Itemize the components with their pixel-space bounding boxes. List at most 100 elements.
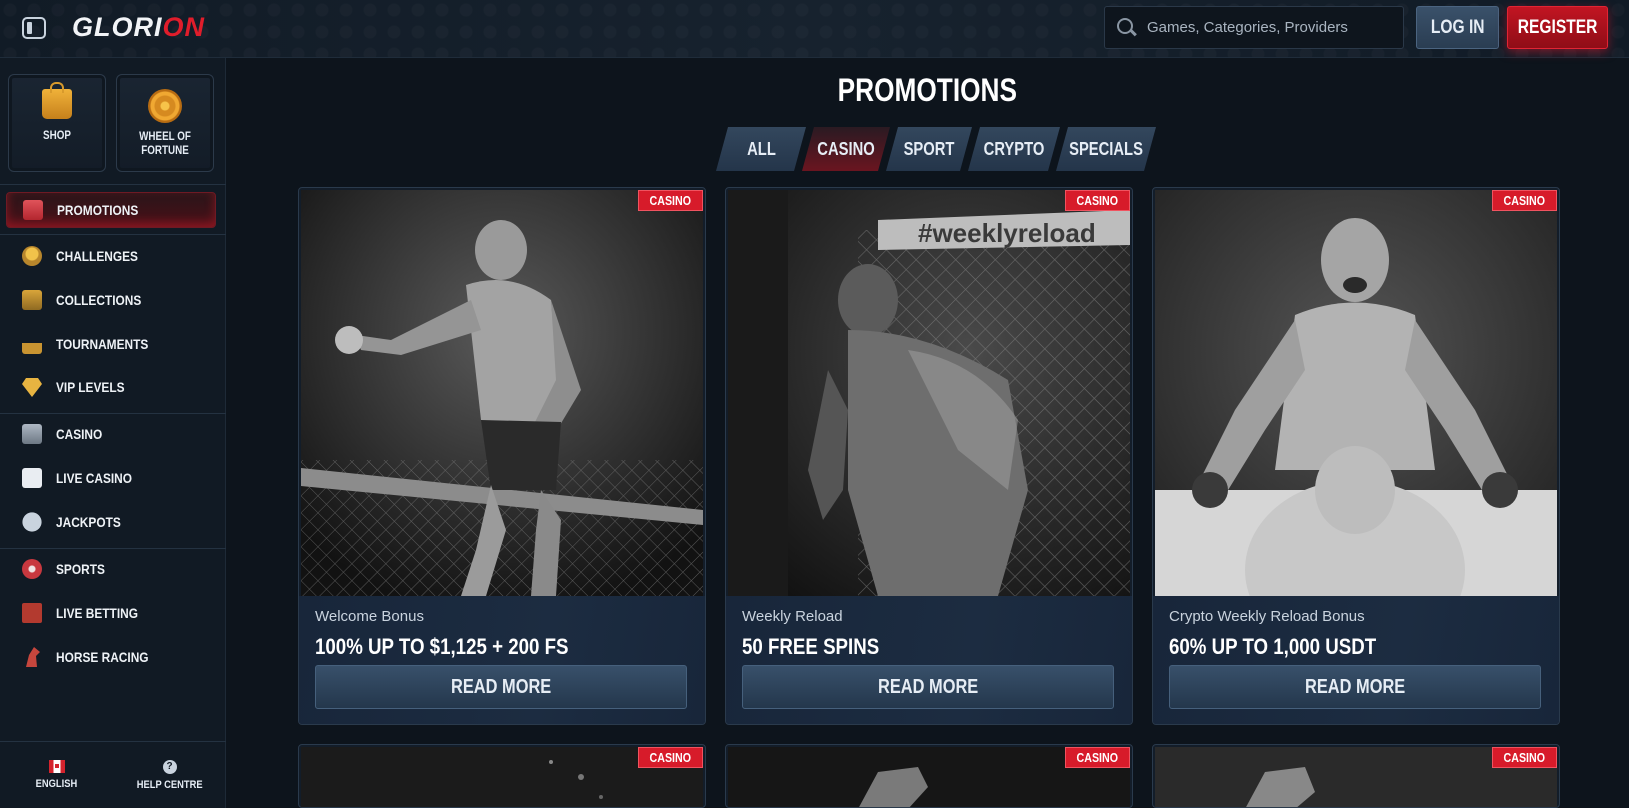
sidebar-toggle-icon[interactable] [22, 17, 46, 39]
promo-card: CASINO [725, 744, 1133, 808]
wheel-of-fortune-label: WHEEL OF FORTUNE [139, 129, 191, 157]
tab-label: SPORT [903, 138, 955, 159]
playing-card-icon [22, 468, 42, 488]
page-title: PROMOTIONS [226, 72, 1629, 109]
sidebar-item-label: CHALLENGES [56, 248, 138, 264]
logo-text-right: ON [162, 12, 205, 42]
promo-image [301, 190, 703, 596]
category-badge: CASINO [1492, 190, 1557, 211]
wheel-icon [148, 89, 182, 123]
category-badge: CASINO [638, 747, 703, 768]
sidebar-divider [0, 234, 226, 235]
read-more-button[interactable]: READ MORE [1169, 665, 1541, 709]
search-input[interactable] [1147, 19, 1397, 36]
sidebar-item-sports[interactable]: SPORTS [6, 551, 216, 587]
tab-crypto[interactable]: CRYPTO [968, 127, 1060, 171]
slot-machine-icon [22, 424, 42, 444]
tab-label: CASINO [817, 138, 875, 159]
sidebar-item-label: HORSE RACING [56, 649, 149, 665]
card-subtitle: Crypto Weekly Reload Bonus [1169, 608, 1365, 625]
promo-card-welcome-bonus: CASINO Welcome Bonus 100% UP TO $1,125 +… [298, 187, 706, 725]
category-badge: CASINO [1065, 190, 1130, 211]
logo-text-left: GLORI [72, 12, 163, 42]
promo-tabs: ALL CASINO SPORT CRYPTO SPECIALS [716, 127, 1152, 171]
sidebar-item-label: LIVE BETTING [56, 605, 138, 621]
sidebar-item-promotions[interactable]: PROMOTIONS [6, 192, 216, 228]
read-more-button[interactable]: READ MORE [315, 665, 687, 709]
promo-card-weekly-reload: CASINO #weeklyreload Weekly Reload 50 FR… [725, 187, 1133, 725]
sidebar-item-vip-levels[interactable]: VIP LEVELS [6, 369, 216, 405]
podium-icon [22, 334, 42, 354]
card-info: Crypto Weekly Reload Bonus 60% UP TO 1,0… [1153, 596, 1559, 724]
promo-card-crypto-weekly-reload: CASINO Crypto Weekly Reload Bonus 60% UP… [1152, 187, 1560, 725]
sidebar-item-casino[interactable]: CASINO [6, 416, 216, 452]
read-more-button[interactable]: READ MORE [742, 665, 1114, 709]
language-label: ENGLISH [35, 778, 78, 790]
clover-icon [22, 512, 42, 532]
search-box[interactable] [1104, 6, 1404, 49]
top-header: GLORION LOG IN REGISTER [0, 0, 1629, 58]
read-more-label: READ MORE [450, 675, 552, 698]
page-title-text: PROMOTIONS [837, 72, 1018, 108]
live-icon [22, 603, 42, 623]
sidebar-item-tournaments[interactable]: TOURNAMENTS [6, 326, 216, 362]
sidebar-item-challenges[interactable]: CHALLENGES [6, 238, 216, 274]
tab-sport[interactable]: SPORT [886, 127, 972, 171]
sidebar-item-jackpots[interactable]: JACKPOTS [6, 504, 216, 540]
sidebar-item-label: CASINO [56, 426, 103, 442]
read-more-label: READ MORE [877, 675, 979, 698]
card-info: Weekly Reload 50 FREE SPINS READ MORE [726, 596, 1132, 724]
tab-label: ALL [746, 138, 776, 159]
shop-tile-label: SHOP [43, 128, 71, 142]
help-centre-link[interactable]: ? HELP CENTRE [113, 742, 226, 808]
category-badge: CASINO [638, 190, 703, 211]
category-badge-text: CASINO [1076, 750, 1119, 765]
cards-icon [22, 290, 42, 310]
sidebar-divider [0, 184, 226, 185]
promo-card: CASINO [1152, 744, 1560, 808]
tab-casino[interactable]: CASINO [802, 127, 890, 171]
sidebar-item-live-betting[interactable]: LIVE BETTING [6, 595, 216, 631]
sidebar: SHOP WHEEL OF FORTUNE PROMOTIONS CHALLEN… [0, 58, 226, 808]
tab-specials[interactable]: SPECIALS [1056, 127, 1156, 171]
tab-all[interactable]: ALL [716, 127, 806, 171]
ball-icon [22, 559, 42, 579]
horse-icon [26, 647, 40, 667]
sidebar-item-label: PROMOTIONS [57, 202, 139, 218]
register-button-label: REGISTER [1517, 16, 1598, 38]
promo-card: CASINO [298, 744, 706, 808]
language-selector[interactable]: ENGLISH [0, 742, 113, 808]
category-badge-text: CASINO [649, 193, 692, 208]
sidebar-item-collections[interactable]: COLLECTIONS [6, 282, 216, 318]
sidebar-divider [0, 548, 226, 549]
category-badge-text: CASINO [649, 750, 692, 765]
category-badge-text: CASINO [1503, 750, 1546, 765]
tab-label: CRYPTO [983, 138, 1045, 159]
sidebar-item-label: SPORTS [56, 561, 105, 577]
sidebar-item-label: LIVE CASINO [56, 470, 133, 486]
gift-icon [23, 200, 43, 220]
award-icon [22, 246, 42, 266]
diamond-icon [22, 378, 42, 397]
card-title: 50 FREE SPINS [742, 634, 880, 659]
canada-flag-icon [48, 760, 65, 773]
sidebar-item-live-casino[interactable]: LIVE CASINO [6, 460, 216, 496]
sidebar-item-label: COLLECTIONS [56, 292, 142, 308]
card-subtitle: Welcome Bonus [315, 608, 424, 625]
fighter-photo [301, 190, 703, 596]
wheel-of-fortune-tile[interactable]: WHEEL OF FORTUNE [116, 74, 214, 172]
shopping-bag-icon [42, 82, 72, 119]
brand-logo[interactable]: GLORION [72, 12, 205, 43]
register-button[interactable]: REGISTER [1507, 6, 1608, 49]
shop-tile[interactable]: SHOP [8, 74, 106, 172]
help-icon: ? [162, 759, 177, 774]
promo-image [1155, 190, 1557, 596]
login-button[interactable]: LOG IN [1416, 6, 1499, 49]
sidebar-footer: ENGLISH ? HELP CENTRE [0, 741, 226, 808]
sidebar-divider [0, 413, 226, 414]
sidebar-item-label: TOURNAMENTS [56, 336, 149, 352]
sidebar-item-label: VIP LEVELS [56, 379, 125, 395]
category-badge: CASINO [1492, 747, 1557, 768]
sidebar-item-horse-racing[interactable]: HORSE RACING [6, 639, 216, 675]
fighter-photo [1155, 190, 1557, 596]
